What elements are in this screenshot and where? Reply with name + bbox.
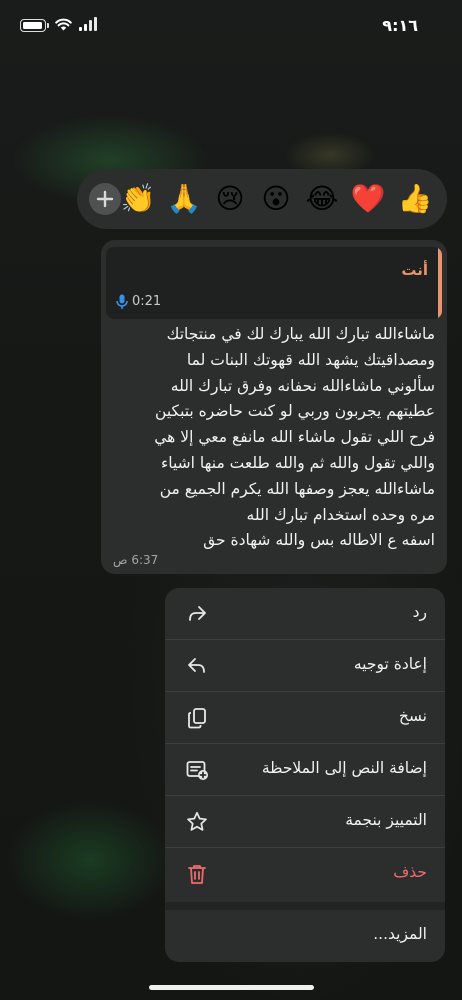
- reaction-clap[interactable]: 👏: [120, 181, 156, 217]
- battery-icon: [20, 19, 49, 32]
- menu-item-forward[interactable]: إعادة توجيه: [165, 640, 445, 692]
- forward-icon: [188, 658, 205, 673]
- menu-item-delete-label: حذف: [393, 863, 427, 881]
- status-bar: ٩:١٦: [0, 0, 462, 50]
- menu-item-add-to-note-label: إضافة النص إلى الملاحظة: [261, 759, 427, 777]
- reaction-cry[interactable]: 😢: [212, 181, 248, 217]
- menu-item-delete[interactable]: حذف: [165, 848, 445, 900]
- plus-icon: [96, 190, 114, 208]
- menu-item-reply-label: رد: [412, 603, 427, 621]
- reaction-bar: 👏 🙏 😢 😮 😂 ❤️ 👍: [77, 169, 447, 229]
- quote-author: أنت: [401, 261, 428, 279]
- menu-item-add-to-note[interactable]: إضافة النص إلى الملاحظة: [165, 744, 445, 796]
- menu-item-more-label: المزيد...: [373, 925, 427, 943]
- message-bubble[interactable]: أنت 0:21 ماشاءالله تبارك الله يبارك لك ف…: [101, 240, 447, 574]
- add-note-icon: [186, 761, 208, 780]
- reaction-wow[interactable]: 😮: [258, 181, 294, 217]
- context-menu: رد إعادة توجيه نسخ إضافة النص إلى الملاح…: [165, 588, 445, 962]
- quote-accent-bar: [438, 247, 442, 319]
- quoted-voice-message[interactable]: أنت 0:21: [106, 247, 442, 319]
- reaction-heart[interactable]: ❤️: [350, 181, 386, 217]
- trash-icon: [188, 865, 206, 884]
- message-text: ماشاءالله تبارك الله يبارك لك في منتجاتك…: [154, 325, 435, 550]
- menu-separator: [165, 902, 445, 910]
- menu-item-copy[interactable]: نسخ: [165, 692, 445, 744]
- signal-icon: [79, 17, 97, 31]
- menu-item-reply[interactable]: رد: [165, 588, 445, 640]
- voice-duration: 0:21: [132, 294, 162, 309]
- menu-item-copy-label: نسخ: [398, 707, 427, 725]
- star-icon: [187, 811, 207, 831]
- home-indicator[interactable]: [149, 985, 314, 990]
- menu-item-more[interactable]: المزيد...: [165, 910, 445, 962]
- wifi-icon: [55, 18, 72, 31]
- status-time: ٩:١٦: [382, 16, 418, 35]
- mic-icon: [116, 294, 128, 309]
- message-timestamp: 6:37 ص: [113, 553, 159, 567]
- reaction-pray[interactable]: 🙏: [166, 181, 202, 217]
- menu-item-star[interactable]: التمييز بنجمة: [165, 796, 445, 848]
- add-reaction-button[interactable]: [89, 183, 121, 215]
- reaction-thumbs-up[interactable]: 👍: [397, 181, 433, 217]
- reply-icon: [189, 606, 206, 621]
- reaction-laugh[interactable]: 😂: [304, 181, 340, 217]
- copy-icon: [188, 708, 206, 729]
- menu-item-forward-label: إعادة توجيه: [353, 655, 427, 673]
- menu-item-star-label: التمييز بنجمة: [345, 811, 427, 829]
